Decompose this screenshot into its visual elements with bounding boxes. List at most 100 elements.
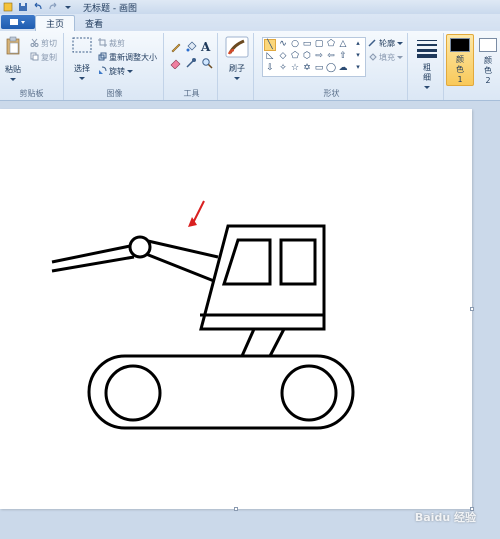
- ribbon: 粘贴 剪切 复制 剪贴板 选择 裁剪 重新调整大小 旋转 图像 A 工具 刷子 …: [0, 31, 500, 101]
- outline-dropdown-icon: [397, 39, 403, 48]
- four-point-star-shape-icon[interactable]: ✧: [277, 63, 289, 73]
- cut-button[interactable]: 剪切: [30, 38, 57, 49]
- undo-icon[interactable]: [32, 2, 43, 13]
- crop-button[interactable]: 裁剪: [98, 38, 125, 49]
- five-point-star-shape-icon[interactable]: ☆: [289, 63, 301, 73]
- tools-group-label: 工具: [183, 89, 200, 98]
- select-button[interactable]: 选择: [70, 36, 94, 83]
- diamond-shape-icon[interactable]: ◇: [277, 51, 289, 61]
- shapes-more-icon[interactable]: ▾: [352, 63, 364, 71]
- resize-icon: [98, 52, 107, 63]
- tools-group: A 工具: [166, 33, 218, 100]
- quick-access-dropdown-icon[interactable]: [62, 2, 73, 13]
- save-icon[interactable]: [17, 2, 28, 13]
- line-shape-icon[interactable]: ╲: [264, 39, 276, 51]
- oval-callout-shape-icon[interactable]: ◯: [325, 63, 337, 73]
- rectangle-shape-icon[interactable]: ▭: [301, 39, 313, 49]
- crop-icon: [98, 38, 107, 49]
- fill-icon: [368, 52, 377, 63]
- clipboard-group: 粘贴 剪切 复制 剪贴板: [0, 33, 64, 100]
- tab-view[interactable]: 查看: [75, 15, 113, 31]
- callout-shape-icon[interactable]: ▭: [313, 63, 325, 73]
- resize-button[interactable]: 重新调整大小: [98, 52, 157, 63]
- crop-label: 裁剪: [109, 39, 125, 48]
- copy-icon: [30, 52, 39, 63]
- excavator-arm: [51, 244, 135, 273]
- cloud-callout-shape-icon[interactable]: ☁: [337, 63, 349, 73]
- color1-button[interactable]: 颜色 1: [446, 34, 474, 86]
- cut-label: 剪切: [41, 39, 57, 48]
- scissors-icon: [30, 38, 39, 49]
- watermark-text: Baidu 经验: [414, 511, 476, 524]
- brushes-button[interactable]: 刷子: [224, 36, 250, 83]
- eraser-icon[interactable]: [170, 57, 182, 72]
- brushes-label: 刷子: [229, 64, 245, 73]
- excavator-boom: [145, 239, 219, 283]
- right-arrow-shape-icon[interactable]: ⇨: [313, 51, 325, 61]
- right-triangle-shape-icon[interactable]: ◺: [264, 51, 276, 61]
- pencil-icon[interactable]: [170, 41, 182, 56]
- size-dropdown-icon: [424, 83, 430, 92]
- fill-label: 填充: [379, 53, 395, 62]
- triangle-shape-icon[interactable]: △: [337, 39, 349, 49]
- down-arrow-shape-icon[interactable]: ⇩: [264, 63, 276, 73]
- copy-label: 复制: [41, 53, 57, 62]
- brush-icon: [225, 36, 249, 60]
- paint-app-icon[interactable]: [2, 2, 13, 13]
- copy-button[interactable]: 复制: [30, 52, 57, 63]
- rotate-button[interactable]: 旋转: [98, 66, 133, 77]
- image-group: 选择 裁剪 重新调整大小 旋转 图像: [66, 33, 164, 100]
- excavator-pillar: [240, 328, 286, 357]
- window-title: 无标题 - 画图: [83, 3, 137, 14]
- up-arrow-shape-icon[interactable]: ⇧: [337, 51, 349, 61]
- drawing-canvas[interactable]: [0, 109, 474, 511]
- paste-dropdown-icon: [10, 75, 16, 84]
- shapes-scroll-down-icon[interactable]: ▾: [352, 51, 364, 59]
- left-arrow-shape-icon[interactable]: ⇦: [325, 51, 337, 61]
- size-button[interactable]: 粗细: [414, 38, 440, 92]
- rotate-icon: [98, 66, 107, 77]
- shapes-gallery[interactable]: ╲ ∿ ○ ▭ ▢ ⬠ △ ◺ ◇ ⬠ ⬡ ⇨ ⇦ ⇧ ⇩ ✧ ☆ ✡ ▭ ◯ …: [262, 37, 366, 77]
- title-bar: 无标题 - 画图: [0, 0, 500, 14]
- outline-button[interactable]: 轮廓: [368, 38, 403, 49]
- track-wheel-left: [104, 364, 162, 422]
- polygon-shape-icon[interactable]: ⬠: [325, 39, 337, 49]
- six-point-star-shape-icon[interactable]: ✡: [301, 63, 313, 73]
- resize-label: 重新调整大小: [109, 53, 157, 62]
- fill-bucket-icon[interactable]: [185, 41, 197, 56]
- shapes-scroll-up-icon[interactable]: ▴: [352, 39, 364, 47]
- text-tool-icon[interactable]: A: [201, 40, 210, 54]
- excavator-drawing: [51, 200, 355, 430]
- color1-label: 颜色 1: [456, 55, 464, 84]
- shapes-group-label: 形状: [323, 89, 340, 98]
- paste-label: 粘贴: [5, 65, 21, 74]
- oval-shape-icon[interactable]: ○: [289, 39, 301, 49]
- redo-icon[interactable]: [47, 2, 58, 13]
- cab-window-right: [279, 238, 317, 286]
- brushes-dropdown-icon: [234, 74, 240, 83]
- rotate-label: 旋转: [109, 67, 125, 76]
- rounded-rectangle-shape-icon[interactable]: ▢: [313, 39, 325, 49]
- fill-button[interactable]: 填充: [368, 52, 403, 63]
- shapes-group: ╲ ∿ ○ ▭ ▢ ⬠ △ ◺ ◇ ⬠ ⬡ ⇨ ⇦ ⇧ ⇩ ✧ ☆ ✡ ▭ ◯ …: [256, 33, 408, 100]
- canvas-resize-handle-right[interactable]: [470, 307, 474, 311]
- color2-button[interactable]: 颜色 2: [476, 34, 500, 86]
- fill-dropdown-icon: [397, 53, 403, 62]
- hexagon-shape-icon[interactable]: ⬡: [301, 51, 313, 61]
- canvas-resize-handle-bottom[interactable]: [234, 507, 238, 511]
- curve-shape-icon[interactable]: ∿: [277, 39, 289, 49]
- magnifier-icon[interactable]: [201, 57, 213, 72]
- image-group-label: 图像: [106, 89, 123, 98]
- color2-swatch: [479, 38, 497, 52]
- tab-home[interactable]: 主页: [35, 15, 76, 31]
- color-picker-icon[interactable]: [185, 57, 197, 72]
- paint-menu-button[interactable]: [1, 15, 35, 29]
- paste-icon: [5, 36, 21, 58]
- pentagon-shape-icon[interactable]: ⬠: [289, 51, 301, 61]
- select-label: 选择: [74, 64, 90, 73]
- clipboard-group-label: 剪贴板: [19, 89, 44, 98]
- select-rectangle-icon: [71, 36, 93, 56]
- baidu-watermark: Baidu 经验: [415, 509, 476, 525]
- size-label: 粗细: [423, 63, 431, 82]
- paste-button[interactable]: 粘贴: [3, 36, 23, 84]
